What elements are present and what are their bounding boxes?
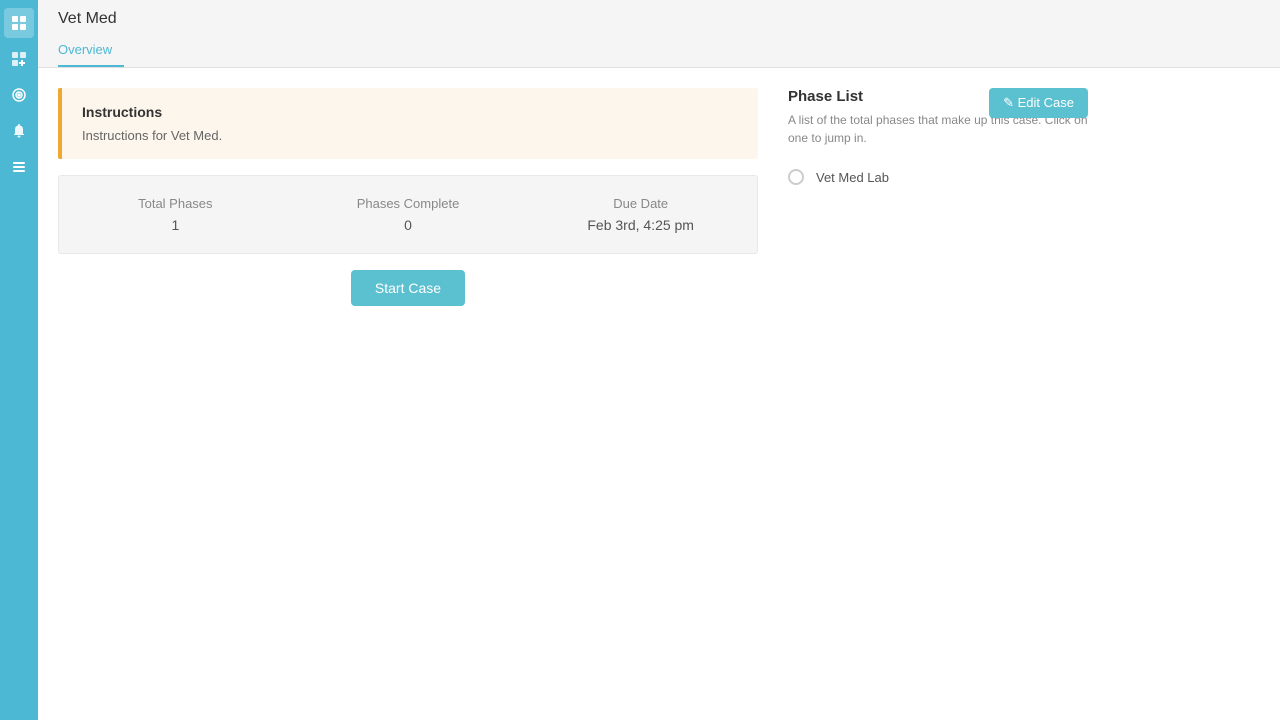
stats-box: Total Phases 1 Phases Complete 0 Due Dat…: [58, 175, 758, 254]
topbar: Vet Med Overview: [38, 0, 1280, 68]
phase-item-0[interactable]: Vet Med Lab: [788, 163, 1088, 191]
instructions-box: Instructions Instructions for Vet Med.: [58, 88, 758, 159]
sidebar-icon-add[interactable]: [4, 44, 34, 74]
main-area: Vet Med Overview Instructions Instructio…: [38, 0, 1280, 720]
due-date-value: Feb 3rd, 4:25 pm: [544, 217, 737, 233]
stat-total-phases: Total Phases 1: [59, 196, 292, 233]
page-title: Vet Med: [58, 10, 1260, 28]
start-case-button[interactable]: Start Case: [351, 270, 465, 306]
right-column: ✎ Edit Case Phase List A list of the tot…: [788, 88, 1088, 700]
content-area: Instructions Instructions for Vet Med. T…: [38, 68, 1280, 720]
instructions-text: Instructions for Vet Med.: [82, 128, 738, 143]
sidebar-icon-target[interactable]: [4, 80, 34, 110]
phase-name-0: Vet Med Lab: [816, 170, 889, 185]
sidebar: [0, 0, 38, 720]
phases-complete-label: Phases Complete: [312, 196, 505, 211]
phase-radio-0[interactable]: [788, 169, 804, 185]
sidebar-icon-list[interactable]: [4, 152, 34, 182]
edit-case-button[interactable]: ✎ Edit Case: [989, 88, 1088, 118]
stat-phases-complete: Phases Complete 0: [292, 196, 525, 233]
total-phases-value: 1: [79, 217, 272, 233]
left-column: Instructions Instructions for Vet Med. T…: [58, 88, 758, 700]
tab-overview[interactable]: Overview: [58, 36, 124, 67]
due-date-label: Due Date: [544, 196, 737, 211]
stat-due-date: Due Date Feb 3rd, 4:25 pm: [524, 196, 757, 233]
tabs: Overview: [58, 36, 1260, 67]
phases-complete-value: 0: [312, 217, 505, 233]
instructions-title: Instructions: [82, 104, 738, 120]
sidebar-icon-grid[interactable]: [4, 8, 34, 38]
sidebar-icon-bell[interactable]: [4, 116, 34, 146]
total-phases-label: Total Phases: [79, 196, 272, 211]
